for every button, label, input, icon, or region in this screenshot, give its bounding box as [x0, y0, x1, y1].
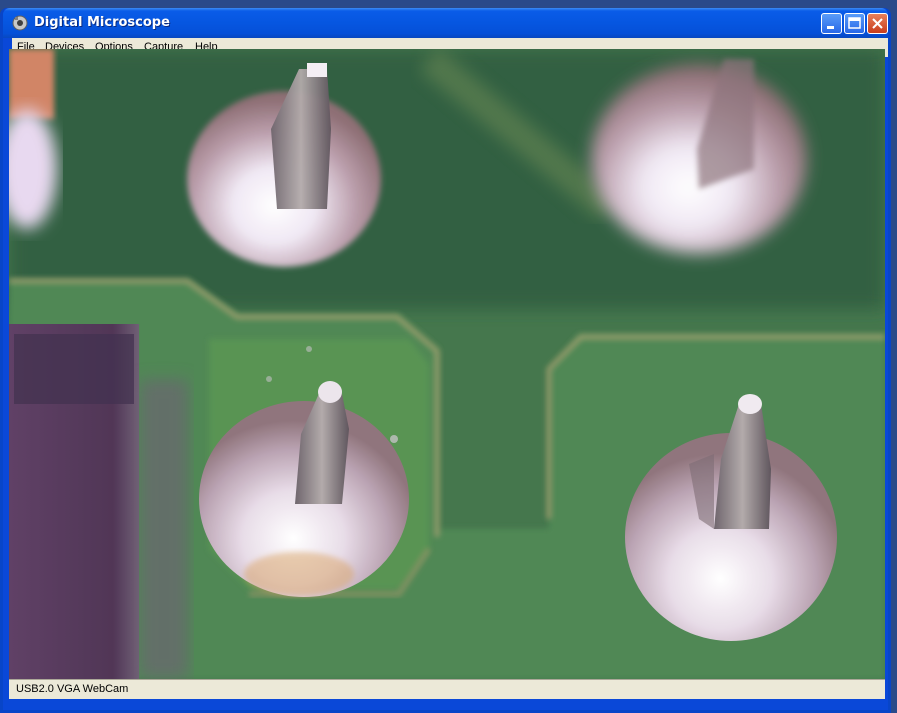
camera-view[interactable]: [9, 49, 885, 679]
status-bar: USB2.0 VGA WebCam: [9, 679, 885, 699]
minimize-button[interactable]: [821, 13, 842, 34]
window-title: Digital Microscope: [34, 15, 170, 30]
close-button[interactable]: [867, 13, 888, 34]
minimize-icon: [827, 26, 834, 29]
maximize-icon: [848, 17, 861, 29]
camera-feed-image: [9, 49, 885, 679]
title-bar[interactable]: Digital Microscope: [3, 8, 888, 38]
close-icon: [872, 18, 883, 29]
microscope-icon: [12, 15, 28, 31]
maximize-button[interactable]: [844, 13, 865, 34]
status-device-label: USB2.0 VGA WebCam: [16, 683, 129, 695]
